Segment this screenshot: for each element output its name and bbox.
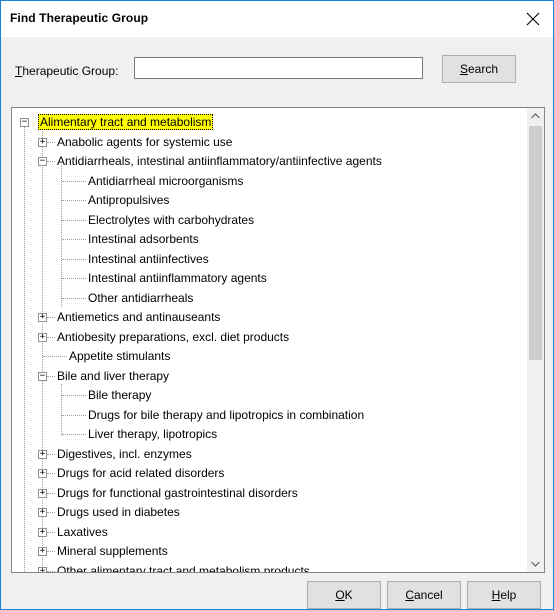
expand-toggle[interactable]: + [38, 489, 47, 498]
tree-line [62, 395, 86, 396]
tree-line [47, 532, 55, 533]
tree-node[interactable]: Drugs for acid related disorders [55, 463, 226, 483]
collapse-toggle[interactable]: − [38, 372, 47, 381]
tree-line [62, 220, 86, 221]
tree-line [24, 122, 25, 572]
tree-line [47, 493, 55, 494]
scroll-down-button[interactable] [527, 555, 544, 572]
tree-node[interactable]: Bile and liver therapy [55, 366, 171, 386]
tree-node[interactable]: Electrolytes with carbohydrates [86, 210, 256, 230]
scroll-up-button[interactable] [527, 108, 544, 125]
expand-toggle[interactable]: + [38, 469, 47, 478]
tree-node[interactable]: Antiobesity preparations, excl. diet pro… [55, 327, 291, 347]
scroll-thumb[interactable] [529, 126, 542, 360]
ok-button[interactable]: OK [307, 581, 381, 609]
expand-toggle[interactable]: + [38, 333, 47, 342]
tree-line [47, 337, 55, 338]
tree-line [62, 259, 86, 260]
tree-line [47, 571, 55, 572]
expand-toggle[interactable]: + [38, 508, 47, 517]
search-accelerator: S [459, 62, 468, 76]
tree-line [62, 298, 86, 299]
tree-node[interactable]: Drugs for bile therapy and lipotropics i… [86, 405, 366, 425]
tree-line [47, 161, 55, 162]
ok-accelerator: O [335, 588, 345, 602]
tree-node[interactable]: Bile therapy [86, 385, 153, 405]
tree-node[interactable]: Mineral supplements [55, 541, 170, 561]
tree-node[interactable]: Other antidiarrheals [86, 288, 195, 308]
tree-node[interactable]: Appetite stimulants [67, 346, 172, 366]
tree-node-root[interactable]: Alimentary tract and metabolism [38, 112, 214, 132]
tree-line [61, 164, 62, 307]
window-title: Find Therapeutic Group [10, 11, 149, 25]
tree-node[interactable]: Digestives, incl. enzymes [55, 444, 194, 464]
title-bar: Find Therapeutic Group [1, 1, 553, 37]
find-therapeutic-group-dialog: Find Therapeutic Group Therapeutic Group… [0, 0, 554, 610]
cancel-label-text: ancel [413, 588, 443, 602]
expand-toggle[interactable]: + [38, 450, 47, 459]
tree-node[interactable]: Intestinal antiinflammatory agents [86, 268, 269, 288]
tree-node[interactable]: Antiemetics and antinauseants [55, 307, 222, 327]
expand-toggle[interactable]: + [38, 547, 47, 556]
close-icon [526, 12, 540, 26]
tree-node[interactable]: Intestinal antiinfectives [86, 249, 211, 269]
ok-label-text: K [344, 588, 353, 602]
tree-scrollbar[interactable] [527, 108, 544, 572]
expand-toggle[interactable]: + [38, 313, 47, 322]
tree-node[interactable]: Antidiarrheal microorganisms [86, 171, 245, 191]
label-text: herapeutic Group: [22, 64, 119, 78]
therapeutic-group-input[interactable] [134, 57, 423, 79]
tree-line [47, 142, 55, 143]
tree-node[interactable]: Drugs for functional gastrointestinal di… [55, 483, 300, 503]
tree-line [62, 239, 86, 240]
tree-line [62, 200, 86, 201]
tree-node[interactable]: Drugs used in diabetes [55, 502, 182, 522]
cancel-button[interactable]: Cancel [387, 581, 461, 609]
tree-line [47, 551, 55, 552]
chevron-up-icon [531, 113, 540, 119]
tree-line [42, 122, 43, 572]
collapse-toggle[interactable]: − [38, 157, 47, 166]
tree-line [43, 356, 67, 357]
help-label-text: elp [500, 588, 517, 602]
collapse-toggle[interactable]: − [20, 118, 29, 127]
tree-node[interactable]: Antidiarrheals, intestinal antiinflammat… [55, 151, 384, 171]
search-label-text: earch [467, 62, 499, 76]
expand-toggle[interactable]: + [38, 528, 47, 537]
expand-toggle[interactable]: + [38, 567, 47, 572]
tree-line [47, 317, 55, 318]
cancel-accelerator: C [405, 588, 414, 602]
tree-line [62, 181, 86, 182]
tree-node[interactable]: Other alimentary tract and metabolism pr… [55, 561, 312, 572]
tree-node[interactable]: Anabolic agents for systemic use [55, 132, 234, 152]
tree-node[interactable]: Intestinal adsorbents [86, 229, 201, 249]
tree-line [47, 473, 55, 474]
tree-line [47, 376, 55, 377]
tree-line [47, 512, 55, 513]
tree-node[interactable]: Antipropulsives [86, 190, 171, 210]
expand-toggle[interactable]: + [38, 138, 47, 147]
therapeutic-group-tree[interactable]: − + − + + − + + + + + + + Alimentary tra… [11, 107, 545, 573]
therapeutic-group-label: Therapeutic Group: [15, 64, 118, 78]
tree-line [47, 454, 55, 455]
tree-line [62, 415, 86, 416]
tree-line [62, 434, 86, 435]
tree-line [61, 384, 62, 436]
tree-line [62, 278, 86, 279]
tree-node[interactable]: Liver therapy, lipotropics [86, 424, 219, 444]
help-button[interactable]: Help [467, 581, 541, 609]
search-button[interactable]: Search [442, 55, 516, 83]
chevron-down-icon [531, 561, 540, 567]
tree-node[interactable]: Laxatives [55, 522, 110, 542]
close-button[interactable] [513, 1, 553, 37]
